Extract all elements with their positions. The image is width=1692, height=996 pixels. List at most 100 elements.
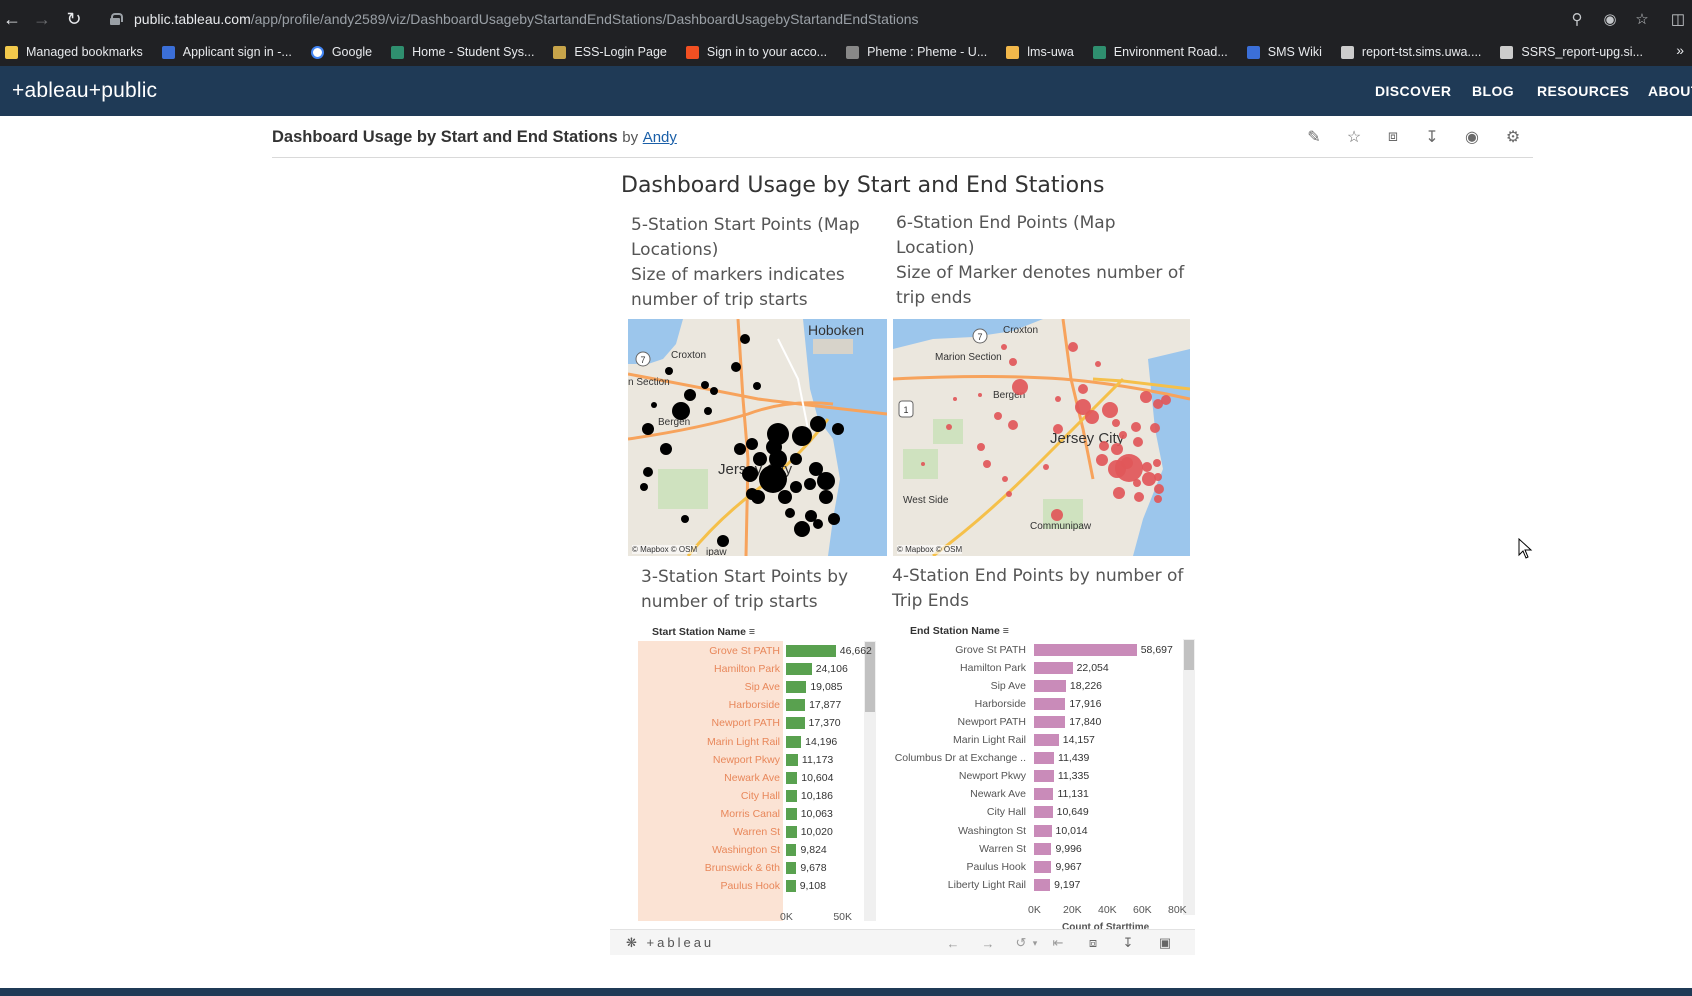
bar[interactable] xyxy=(786,807,797,820)
bar-category-label[interactable]: Paulus Hook xyxy=(888,861,1026,873)
end-station-marker[interactable] xyxy=(1006,491,1012,497)
bar[interactable] xyxy=(1034,662,1073,675)
end-station-marker[interactable] xyxy=(921,462,925,466)
bar-category-label[interactable]: Newport PATH xyxy=(638,717,780,729)
bookmark-item[interactable]: ESS-Login Page xyxy=(553,45,667,59)
nav-blog[interactable]: BLOG xyxy=(1472,83,1514,99)
end-station-marker[interactable] xyxy=(1115,454,1143,482)
start-station-marker[interactable] xyxy=(753,452,767,466)
end-station-marker[interactable] xyxy=(1008,420,1018,430)
bar-category-label[interactable]: Morris Canal xyxy=(638,808,780,820)
bar-row[interactable]: Warren St 10,020 xyxy=(638,823,863,841)
bar-row[interactable]: Grove St PATH 46,662 xyxy=(638,642,872,660)
map-credit-2[interactable]: © Mapbox © OSM xyxy=(897,545,963,554)
start-station-marker[interactable] xyxy=(785,508,795,518)
start-station-marker[interactable] xyxy=(792,426,812,446)
bar-category-label[interactable]: Brunswick & 6th xyxy=(638,862,780,874)
bar[interactable] xyxy=(1034,734,1059,747)
start-station-marker[interactable] xyxy=(832,423,844,435)
bookmark-item[interactable]: SMS Wiki xyxy=(1246,45,1322,59)
revert-dropdown-icon[interactable]: ▾ xyxy=(1026,934,1044,952)
end-station-marker[interactable] xyxy=(1112,419,1120,427)
start-station-marker[interactable] xyxy=(734,443,746,455)
bookmark-item[interactable]: Pheme : Pheme - U... xyxy=(846,45,987,59)
end-station-marker[interactable] xyxy=(1085,410,1099,424)
start-station-marker[interactable] xyxy=(642,423,654,435)
address-bar[interactable]: public.tableau.com/app/profile/andy2589/… xyxy=(100,5,1640,33)
bar-category-label[interactable]: Warren St xyxy=(638,826,780,838)
end-stations-map[interactable]: 7 1 Croxton Marion Section Bergen Jersey… xyxy=(893,319,1190,556)
start-station-marker[interactable] xyxy=(665,367,673,375)
bar-category-label[interactable]: Sip Ave xyxy=(638,681,780,693)
bar[interactable] xyxy=(786,735,802,748)
bar-category-label[interactable]: City Hall xyxy=(888,806,1026,818)
end-station-marker[interactable] xyxy=(1131,422,1141,432)
settings-gear-icon[interactable]: ⚙ xyxy=(1503,127,1523,147)
nav-about[interactable]: ABOUT xyxy=(1648,83,1692,99)
bookmark-item[interactable]: report-tst.sims.uwa.... xyxy=(1340,45,1481,59)
bar-row[interactable]: Grove St PATH 58,697 xyxy=(888,641,1183,659)
start-station-marker[interactable] xyxy=(746,488,758,500)
favorite-star-icon[interactable]: ☆ xyxy=(1344,127,1364,147)
end-station-marker[interactable] xyxy=(1113,487,1125,499)
start-station-marker[interactable] xyxy=(701,381,709,389)
start-station-marker[interactable] xyxy=(813,519,823,529)
redo-icon[interactable]: → xyxy=(979,934,997,952)
bar-row[interactable]: Newport Pkwy 11,335 xyxy=(888,767,1183,785)
end-station-marker[interactable] xyxy=(1099,441,1109,451)
bookmark-item[interactable]: Sign in to your acco... xyxy=(685,45,827,59)
bar-category-label[interactable]: Grove St PATH xyxy=(638,645,780,657)
end-station-marker[interactable] xyxy=(1012,379,1028,395)
end-station-marker[interactable] xyxy=(1142,462,1152,472)
end-station-marker[interactable] xyxy=(1119,431,1127,439)
bookmark-item[interactable]: Environment Road... xyxy=(1092,45,1228,59)
bar-row[interactable]: Columbus Dr at Exchange .. 11,439 xyxy=(888,749,1183,767)
start-station-marker[interactable] xyxy=(710,387,718,395)
end-station-marker[interactable] xyxy=(1133,479,1141,487)
bar-category-label[interactable]: Washington St xyxy=(638,844,780,856)
bar[interactable] xyxy=(1034,842,1052,855)
fullscreen-icon[interactable]: ▣ xyxy=(1156,934,1174,952)
end-station-marker[interactable] xyxy=(978,393,982,397)
start-station-marker[interactable] xyxy=(759,465,787,493)
sort-icon-2[interactable]: ≡ xyxy=(1003,625,1009,637)
bar[interactable] xyxy=(1034,680,1066,693)
badge-icon[interactable]: ◉ xyxy=(1462,127,1482,147)
bar-category-label[interactable]: Grove St PATH xyxy=(888,644,1026,656)
bar-category-label[interactable]: Sip Ave xyxy=(888,680,1026,692)
end-station-field-header[interactable]: End Station Name ≡ xyxy=(910,625,1009,637)
bar[interactable] xyxy=(1034,788,1054,801)
end-station-marker[interactable] xyxy=(946,424,952,430)
end-station-marker[interactable] xyxy=(1055,396,1061,402)
end-station-marker[interactable] xyxy=(1053,424,1063,434)
end-station-marker[interactable] xyxy=(1096,454,1108,466)
end-station-marker[interactable] xyxy=(1140,391,1152,403)
bar[interactable] xyxy=(786,844,797,857)
bookmark-item[interactable]: Applicant sign in -... xyxy=(161,45,292,59)
tableau-brand[interactable]: ❋ +ableau xyxy=(626,935,714,951)
end-station-marker[interactable] xyxy=(1001,344,1007,350)
start-station-marker[interactable] xyxy=(804,478,816,490)
author-link[interactable]: Andy xyxy=(643,129,677,146)
start-station-field-header[interactable]: Start Station Name ≡ xyxy=(652,626,755,638)
start-station-marker[interactable] xyxy=(753,382,761,390)
end-stations-bar-chart[interactable]: End Station Name ≡ Grove St PATH 58,697 Ha… xyxy=(888,622,1198,933)
end-chart-scroll-thumb[interactable] xyxy=(1184,640,1194,670)
reload-icon[interactable]: ↻ xyxy=(62,7,86,31)
bar-row[interactable]: Brunswick & 6th 9,678 xyxy=(638,859,863,877)
bar[interactable] xyxy=(786,753,798,766)
end-station-marker[interactable] xyxy=(1153,459,1161,467)
bar[interactable] xyxy=(1034,752,1055,765)
start-station-marker[interactable] xyxy=(828,513,840,525)
bookmark-item[interactable]: Google xyxy=(310,45,372,59)
bar-category-label[interactable]: City Hall xyxy=(638,790,780,802)
bar-row[interactable]: City Hall 10,649 xyxy=(888,803,1183,821)
bar-row[interactable]: Sip Ave 18,226 xyxy=(888,677,1183,695)
bar-row[interactable]: Marin Light Rail 14,196 xyxy=(638,733,863,751)
bar[interactable] xyxy=(1034,824,1052,837)
forward-arrow-icon[interactable]: → xyxy=(30,7,54,31)
bar-category-label[interactable]: Newark Ave xyxy=(888,788,1026,800)
bar-category-label[interactable]: Marin Light Rail xyxy=(638,736,780,748)
end-station-marker[interactable] xyxy=(994,412,1002,420)
share-icon[interactable]: ⧈ xyxy=(1383,127,1403,147)
